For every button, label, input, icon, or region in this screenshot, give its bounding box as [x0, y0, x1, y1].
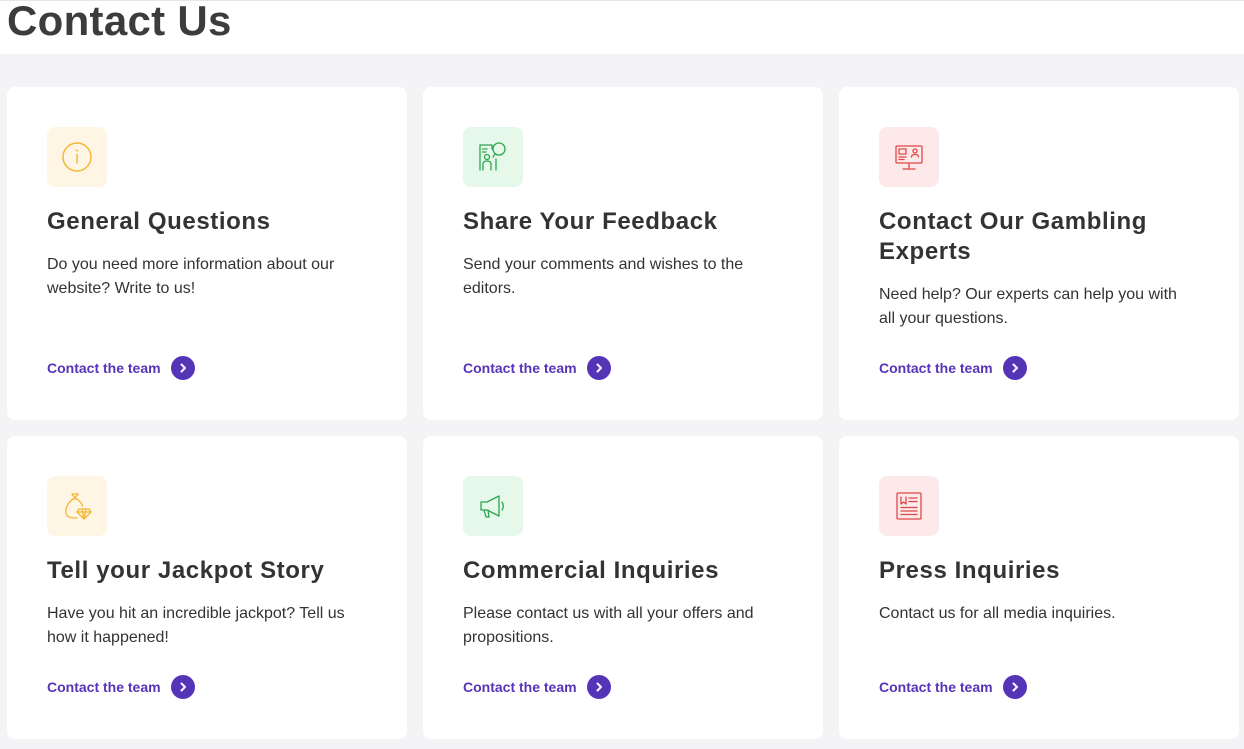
contact-team-label: Contact the team — [463, 360, 577, 376]
card-description: Contact us for all media inquiries. — [879, 605, 1116, 622]
card-title: General Questions — [47, 208, 271, 235]
contact-card-grid: General Questions Do you need more infor… — [7, 87, 1239, 739]
contact-card-general-questions: General Questions Do you need more infor… — [7, 87, 407, 420]
chevron-right-icon — [586, 356, 611, 380]
card-title: Contact Our Gambling Experts — [879, 208, 1148, 265]
card-description: Do you need more information about our w… — [47, 256, 335, 297]
chevron-right-icon — [170, 356, 195, 380]
contact-team-link[interactable]: Contact the team — [463, 356, 611, 380]
money-bag-icon — [47, 476, 107, 536]
card-description: Need help? Our experts can help you with… — [879, 286, 1177, 327]
card-title: Commercial Inquiries — [463, 557, 720, 584]
contact-team-label: Contact the team — [47, 679, 161, 695]
contact-card-jackpot-story: Tell your Jackpot Story Have you hit an … — [7, 436, 407, 739]
card-description: Have you hit an incredible jackpot? Tell… — [47, 605, 345, 646]
contact-team-label: Contact the team — [879, 679, 993, 695]
chevron-right-icon — [1002, 675, 1027, 699]
contact-team-link[interactable]: Contact the team — [879, 356, 1027, 380]
page-header: Contact Us — [0, 0, 1244, 54]
feedback-icon — [463, 127, 523, 187]
contact-team-label: Contact the team — [879, 360, 993, 376]
page-title: Contact Us — [7, 0, 232, 44]
contact-card-commercial-inquiries: Commercial Inquiries Please contact us w… — [423, 436, 823, 739]
chevron-right-icon — [1002, 356, 1027, 380]
contact-card-share-feedback: Share Your Feedback Send your comments a… — [423, 87, 823, 420]
expert-screen-icon — [879, 127, 939, 187]
contact-team-link[interactable]: Contact the team — [47, 356, 195, 380]
newspaper-icon — [879, 476, 939, 536]
contact-card-press-inquiries: Press Inquiries Contact us for all media… — [839, 436, 1239, 739]
contact-team-link[interactable]: Contact the team — [879, 675, 1027, 699]
contact-team-link[interactable]: Contact the team — [463, 675, 611, 699]
contact-team-link[interactable]: Contact the team — [47, 675, 195, 699]
contact-team-label: Contact the team — [463, 679, 577, 695]
contact-card-gambling-experts: Contact Our Gambling Experts Need help? … — [839, 87, 1239, 420]
chevron-right-icon — [170, 675, 195, 699]
card-title: Tell your Jackpot Story — [47, 557, 325, 584]
megaphone-icon — [463, 476, 523, 536]
card-title: Press Inquiries — [879, 557, 1061, 584]
info-icon — [47, 127, 107, 187]
card-description: Send your comments and wishes to the edi… — [463, 256, 744, 297]
card-description: Please contact us with all your offers a… — [463, 605, 754, 646]
contact-team-label: Contact the team — [47, 360, 161, 376]
chevron-right-icon — [586, 675, 611, 699]
card-title: Share Your Feedback — [463, 208, 718, 235]
